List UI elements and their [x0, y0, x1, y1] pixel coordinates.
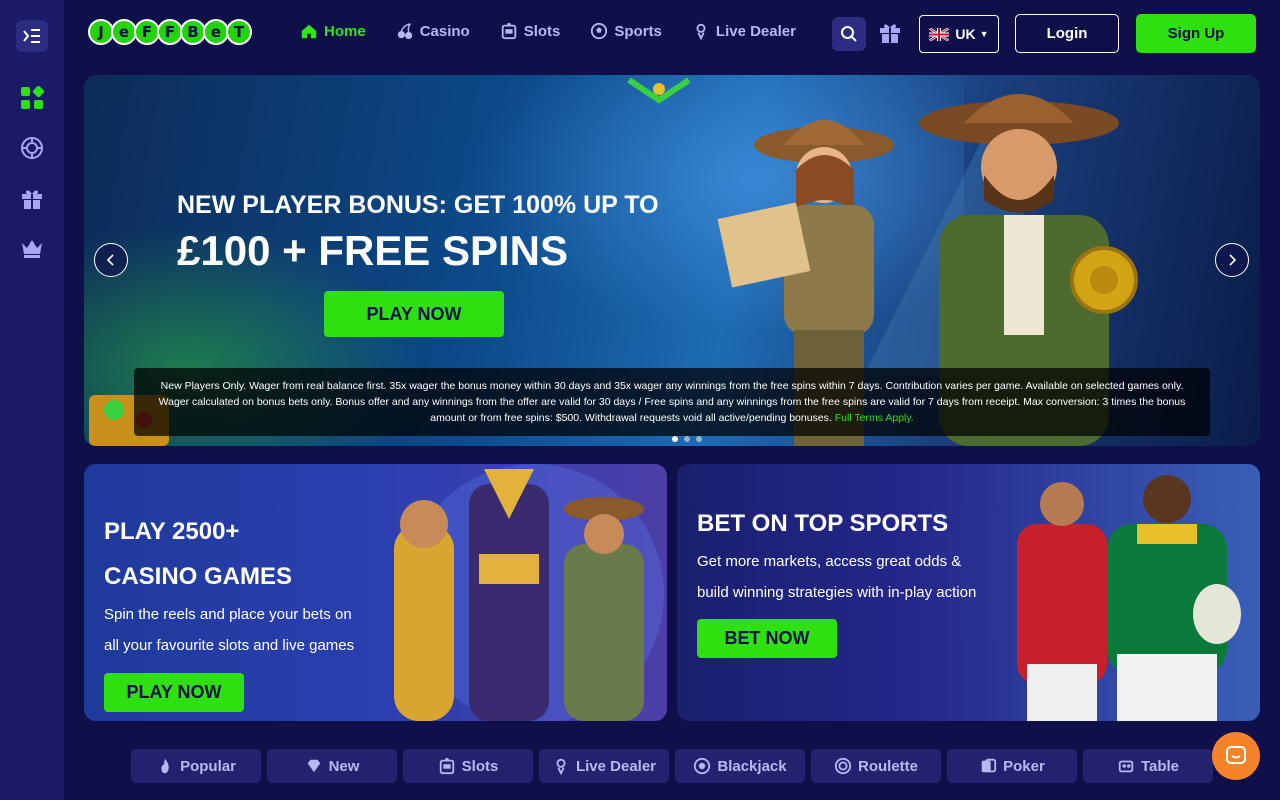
sidebar	[0, 0, 64, 800]
roulette-icon	[834, 757, 852, 775]
nav-casino[interactable]: Casino	[396, 17, 470, 45]
search-icon	[841, 26, 857, 42]
dealer-icon	[696, 23, 706, 40]
nav-label: Live Dealer	[715, 22, 796, 40]
category-tab-new[interactable]: New	[267, 749, 397, 783]
jewel-illustration	[627, 77, 691, 104]
hero-prev-button[interactable]	[94, 243, 128, 277]
casino-play-now-button[interactable]: PLAY NOW	[104, 673, 244, 712]
carousel-dot[interactable]	[696, 436, 702, 442]
search-button[interactable]	[832, 17, 866, 51]
category-tab-table[interactable]: Table	[1083, 749, 1213, 783]
category-label: Slots	[461, 757, 499, 775]
hero-banner: NEW PLAYER BONUS: GET 100% UP TO £100 + …	[84, 75, 1260, 446]
category-label: Poker	[1003, 757, 1045, 775]
nav-home[interactable]: Home	[300, 17, 366, 45]
cherries-icon	[397, 23, 412, 40]
category-tab-blackjack[interactable]: Blackjack	[675, 749, 805, 783]
sports-bet-now-button[interactable]: BET NOW	[697, 619, 837, 658]
bonus-terms: New Players Only. Wager from real balanc…	[134, 368, 1210, 436]
category-label: New	[328, 757, 360, 775]
chip-icon	[694, 757, 711, 775]
gift-icon	[880, 24, 900, 43]
hero-next-button[interactable]	[1215, 243, 1249, 277]
sports-card-text-line2: build winning strategies with in-play ac…	[697, 584, 977, 601]
casino-card-title-line1: PLAY 2500+	[104, 518, 240, 545]
toggle-menu-icon[interactable]	[16, 20, 48, 52]
table-icon	[1118, 760, 1134, 773]
category-label: Blackjack	[717, 757, 787, 775]
jeffbet-logo[interactable]: JeFFBeT	[88, 14, 252, 50]
nav-sports[interactable]: Sports	[590, 17, 662, 45]
sports-promo-card: BET ON TOP SPORTS Get more markets, acce…	[677, 464, 1260, 721]
chip-icon[interactable]	[16, 132, 48, 164]
grid-icon[interactable]	[16, 82, 48, 114]
nav-label: Sports	[614, 22, 662, 40]
casino-promo-card: PLAY 2500+ CASINO GAMES Spin the reels a…	[84, 464, 667, 721]
soccer-ball-icon	[591, 22, 608, 40]
bonus-terms-text: New Players Only. Wager from real balanc…	[158, 380, 1186, 424]
chevron-left-icon	[106, 254, 114, 266]
live-chat-button[interactable]	[1212, 732, 1260, 780]
casino-card-text-line2: all your favourite slots and live games	[104, 637, 355, 654]
home-icon	[301, 24, 317, 39]
hero-play-now-button[interactable]: PLAY NOW	[324, 291, 504, 337]
nav-live-dealer[interactable]: Live Dealer	[692, 17, 796, 45]
slot-machine-icon	[439, 757, 454, 775]
chevron-down-icon: ▼	[979, 29, 989, 39]
nav-label: Casino	[419, 22, 470, 40]
carousel-dots	[672, 436, 708, 442]
hero-title-line2: £100 + FREE SPINS	[177, 227, 569, 274]
sports-card-title: BET ON TOP SPORTS	[697, 510, 949, 537]
gift-button[interactable]	[878, 20, 906, 48]
chevron-right-icon	[1229, 254, 1237, 266]
category-tab-live-dealer[interactable]: Live Dealer	[539, 749, 669, 783]
category-label: Popular	[180, 757, 236, 775]
category-label: Roulette	[858, 757, 918, 775]
category-label: Table	[1140, 757, 1180, 775]
slot-machine-icon	[501, 22, 516, 40]
category-label: Live Dealer	[575, 757, 657, 775]
full-terms-link[interactable]: Full Terms Apply.	[835, 412, 914, 424]
rugby-players-illustration	[1017, 475, 1241, 721]
casino-card-text-line1: Spin the reels and place your bets on	[104, 606, 352, 623]
hero-title-line1: NEW PLAYER BONUS: GET 100% UP TO	[177, 191, 659, 219]
language-selector[interactable]: UK ▼	[919, 15, 999, 53]
chat-icon	[1226, 746, 1246, 764]
header: JeFFBeT Home Casino Slots Sports Live Dealer…	[64, 0, 1280, 66]
category-tab-roulette[interactable]: Roulette	[811, 749, 941, 783]
sports-card-text-line1: Get more markets, access great odds &	[697, 553, 962, 570]
category-tab-slots[interactable]: Slots	[403, 749, 533, 783]
category-tabs: Popular New Slots Live Dealer Blackjack Roule…	[131, 749, 1219, 783]
dealer-icon	[556, 758, 566, 775]
nav-label: Slots	[523, 22, 561, 40]
category-tab-poker[interactable]: Poker	[947, 749, 1077, 783]
casino-card-title-line2: CASINO GAMES	[104, 563, 293, 590]
category-tab-popular[interactable]: Popular	[131, 749, 261, 783]
main-nav: Home Casino Slots Sports Live Dealer	[300, 17, 826, 45]
fire-icon	[161, 758, 169, 774]
language-label: UK	[955, 26, 976, 42]
nav-label: Home	[324, 22, 366, 40]
login-button[interactable]: Login	[1015, 14, 1119, 53]
diamond-icon	[307, 759, 320, 773]
carousel-dot[interactable]	[684, 436, 690, 442]
cards-icon	[981, 758, 997, 773]
carousel-dot[interactable]	[672, 436, 678, 442]
uk-flag-icon	[929, 27, 950, 41]
gift-icon[interactable]	[16, 182, 48, 214]
nav-slots[interactable]: Slots	[500, 17, 561, 45]
crown-icon[interactable]	[16, 232, 48, 264]
egyptian-characters-illustration	[394, 464, 664, 721]
signup-button[interactable]: Sign Up	[1136, 14, 1256, 53]
logo-letter: T	[226, 19, 252, 45]
